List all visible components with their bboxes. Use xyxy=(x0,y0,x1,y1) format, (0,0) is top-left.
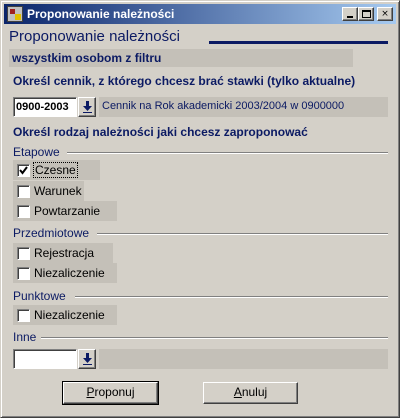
group-divider xyxy=(41,337,388,339)
group-divider xyxy=(67,152,388,154)
checkbox-label: Powtarzanie xyxy=(34,204,101,218)
checkbox-box[interactable] xyxy=(17,164,30,177)
checkbox-warunek[interactable]: Warunek xyxy=(13,181,84,201)
checkbox-rejestracja[interactable]: Rejestracja xyxy=(13,243,113,263)
group-label-inne: Inne xyxy=(13,330,37,344)
maximize-button[interactable] xyxy=(358,7,374,21)
close-icon: × xyxy=(381,9,389,19)
price-list-code-input[interactable]: 0900-2003 xyxy=(13,97,77,117)
minimize-icon xyxy=(347,16,353,18)
group-label-przedmiotowe: Przedmiotowe xyxy=(13,226,90,240)
checkbox-box[interactable] xyxy=(17,267,30,280)
arrow-down-icon xyxy=(83,101,92,113)
checkbox-box[interactable] xyxy=(17,185,30,198)
other-charge-description xyxy=(99,349,388,369)
checkbox-box[interactable] xyxy=(17,247,30,260)
charges-label: Określ rodzaj należności jaki chcesz zap… xyxy=(13,125,308,139)
group-divider xyxy=(75,296,388,298)
propose-button[interactable]: Proponuj xyxy=(62,381,159,405)
checkbox-label: Niezaliczenie xyxy=(34,308,105,322)
checkbox-czesne[interactable]: Czesne xyxy=(13,160,100,180)
checkbox-label: Rejestracja xyxy=(34,246,95,260)
filter-info-text: wszystkim osobom z filtru xyxy=(12,51,162,65)
price-list-description: Cennik na Rok akademicki 2003/2004 w 090… xyxy=(99,97,388,117)
filter-info-bar: wszystkim osobom z filtru xyxy=(9,49,353,67)
title-bar[interactable]: Proponowanie należności × xyxy=(4,4,396,24)
page-title: Proponowanie należności xyxy=(9,28,180,45)
other-charge-select-button[interactable] xyxy=(78,349,96,369)
checkbox-label: Niezaliczenie xyxy=(34,266,105,280)
checkbox-label: Warunek xyxy=(34,184,82,198)
other-charge-input[interactable] xyxy=(13,349,77,369)
checkbox-box[interactable] xyxy=(17,205,30,218)
window-title: Proponowanie należności xyxy=(27,7,175,21)
close-button[interactable]: × xyxy=(377,7,393,21)
cancel-accel: A xyxy=(233,385,242,399)
dialog-window: Proponowanie należności × Proponowanie n… xyxy=(0,0,400,418)
arrow-down-icon xyxy=(83,353,92,365)
propose-label: roponuj xyxy=(94,385,135,399)
checkbox-box[interactable] xyxy=(17,309,30,322)
checkbox-label: Czesne xyxy=(33,162,78,178)
checkbox-niezaliczenie-przedmiotowe[interactable]: Niezaliczenie xyxy=(13,263,117,283)
price-list-label: Określ cennik, z którego chcesz brać sta… xyxy=(13,74,356,88)
price-list-select-button[interactable] xyxy=(78,97,96,117)
maximize-icon xyxy=(362,10,371,18)
checkbox-powtarzanie[interactable]: Powtarzanie xyxy=(13,201,117,221)
cancel-label: nuluj xyxy=(241,385,268,399)
title-underline xyxy=(209,41,388,44)
app-icon[interactable] xyxy=(7,6,23,22)
group-label-punktowe: Punktowe xyxy=(13,289,66,303)
group-label-etapowe: Etapowe xyxy=(13,145,60,159)
minimize-button[interactable] xyxy=(342,7,358,21)
check-icon xyxy=(19,166,28,175)
group-divider xyxy=(97,233,388,235)
checkbox-niezaliczenie-punktowe[interactable]: Niezaliczenie xyxy=(13,305,117,325)
cancel-button[interactable]: Anuluj xyxy=(203,382,298,404)
